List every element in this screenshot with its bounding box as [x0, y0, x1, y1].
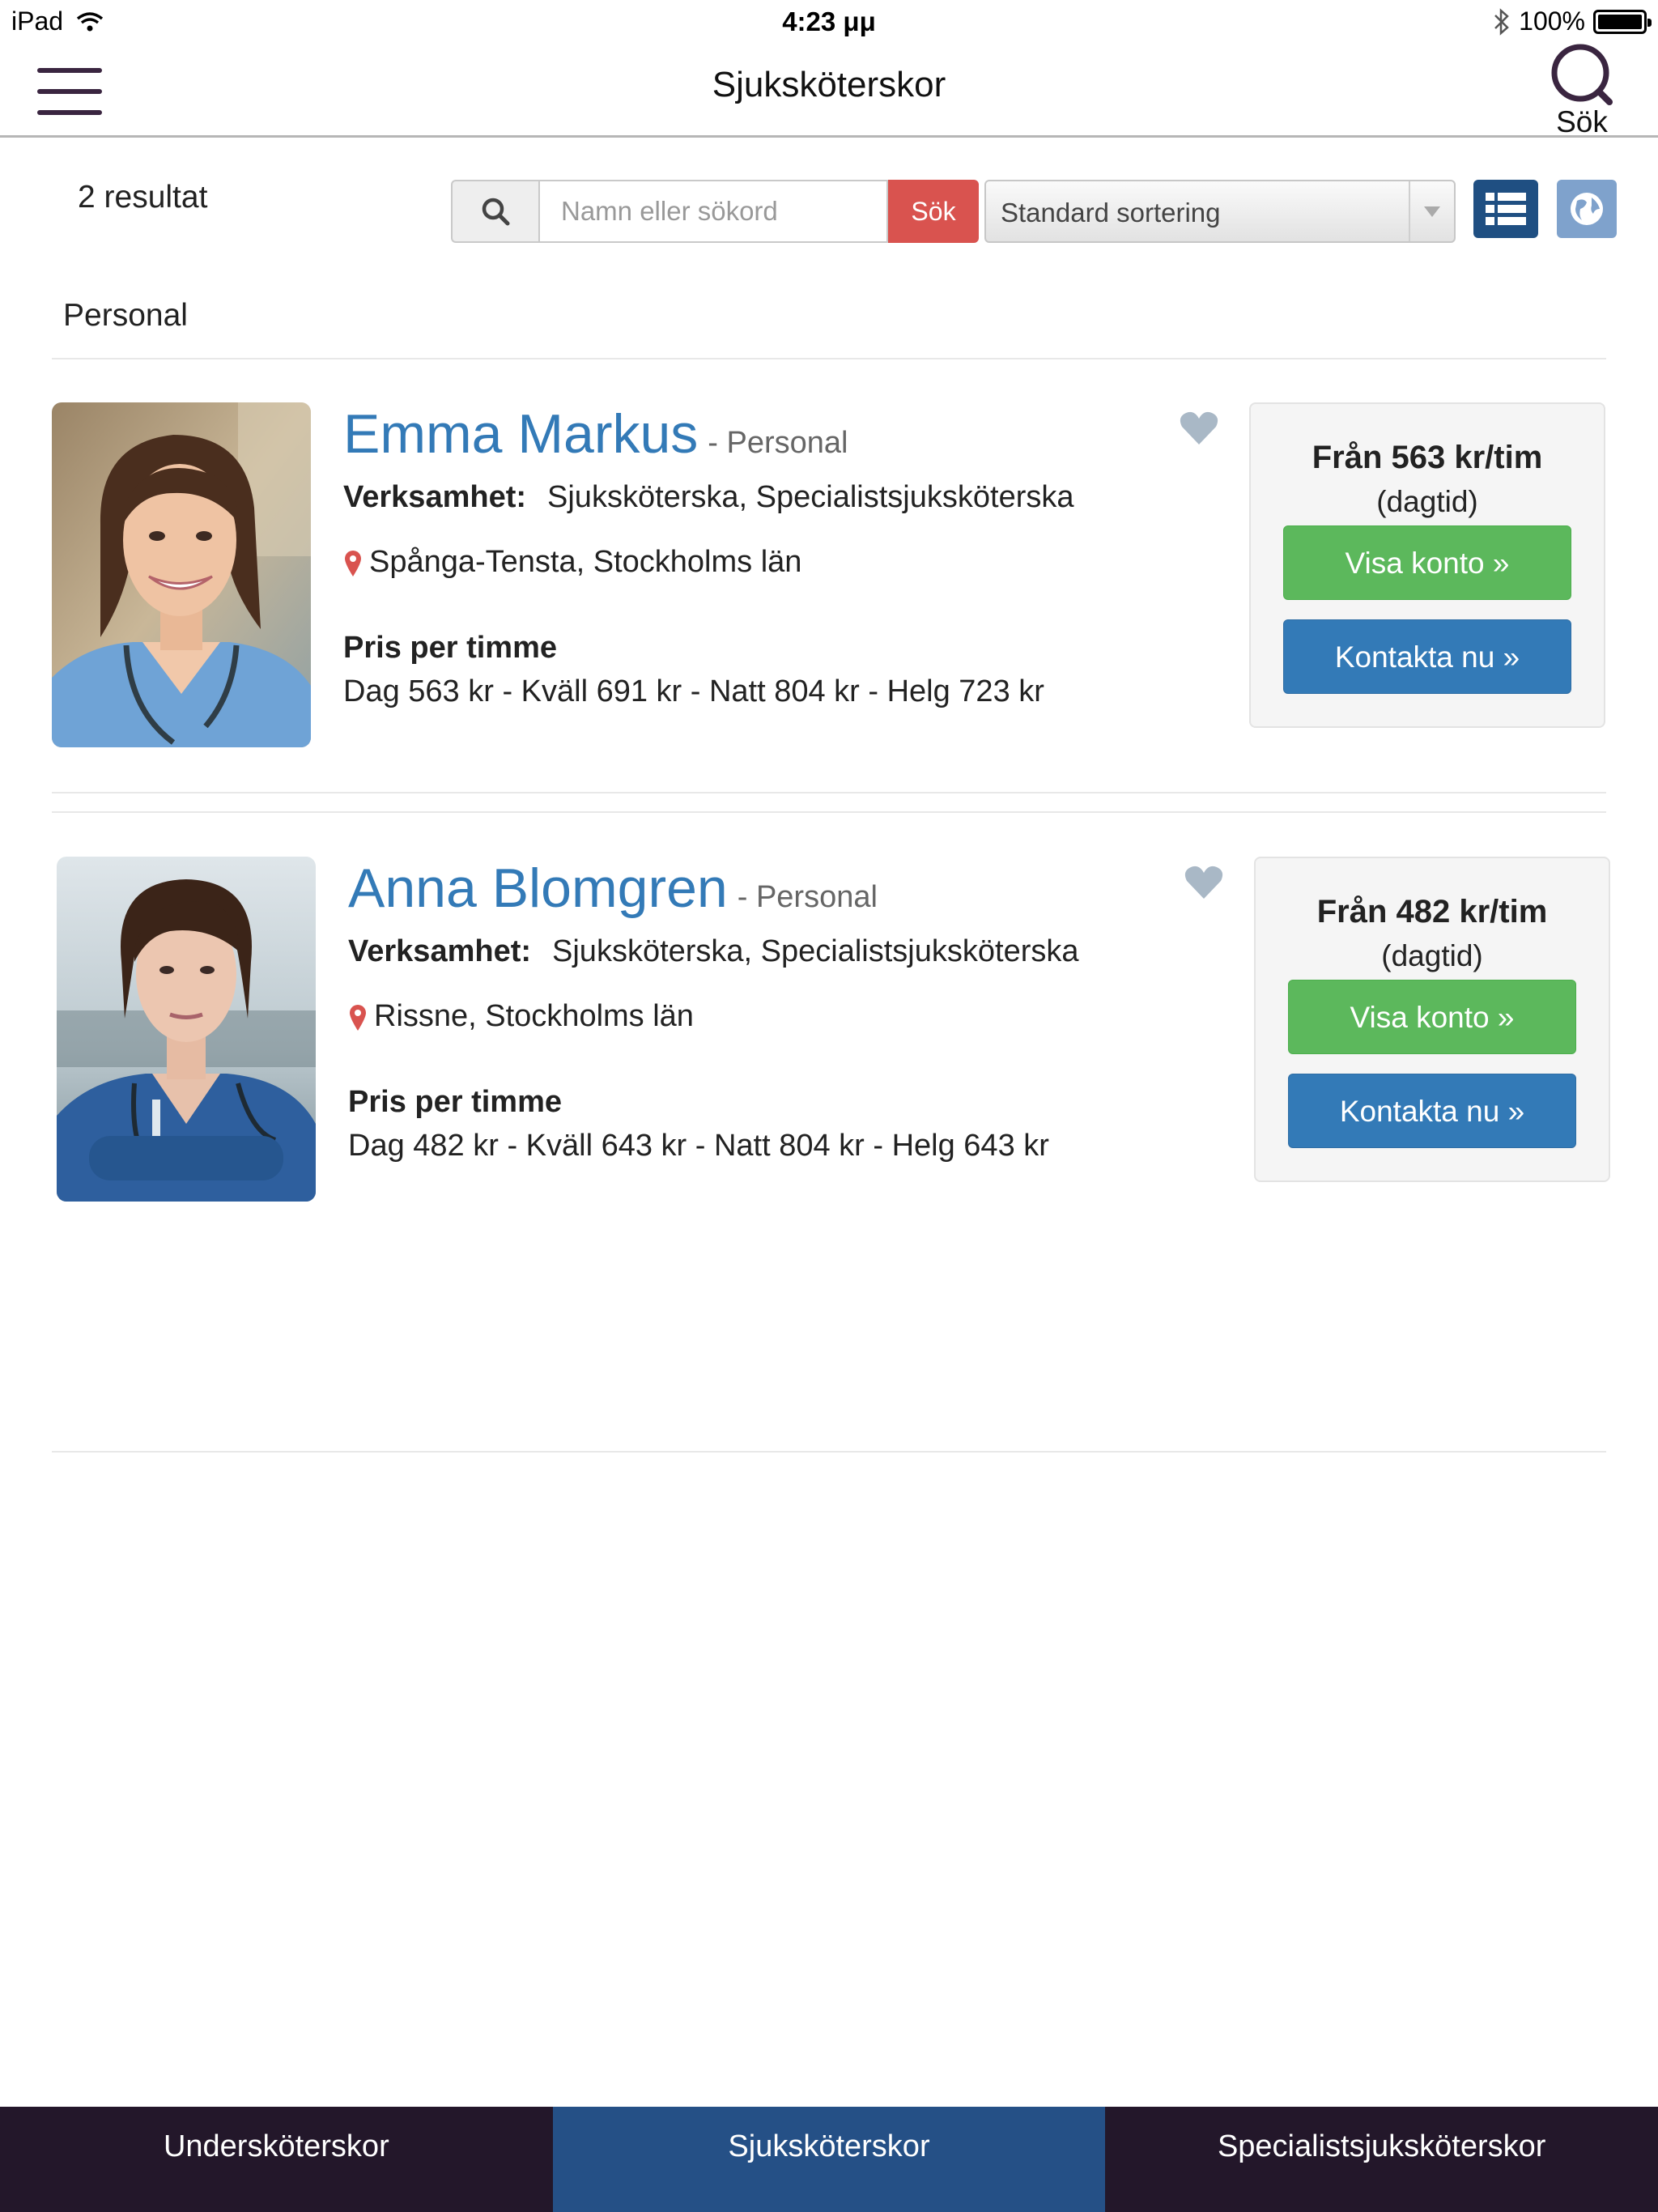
listing-name[interactable]: Emma Markus — [343, 403, 698, 465]
search-icon — [1551, 44, 1613, 105]
listing-verksamhet: Verksamhet: Sjuksköterska, Specialistsjuk… — [348, 934, 1079, 969]
app-header: Sjuksköterskor Sök — [0, 44, 1658, 138]
listing-location: Rissne, Stockholms län — [348, 999, 694, 1034]
search-button[interactable]: Sök — [888, 180, 979, 243]
listing-card: Anna Blomgren - Personal Verksamhet: Sjuks… — [0, 857, 1658, 1205]
from-price: Från 482 kr/tim — [1316, 894, 1548, 929]
sort-value: Standard sortering — [1001, 198, 1221, 228]
search-group: Sök — [451, 180, 979, 243]
price-list: Dag 482 kr - Kväll 643 kr - Natt 804 kr … — [348, 1129, 1049, 1163]
price-heading: Pris per timme — [348, 1085, 562, 1119]
price-heading: Pris per timme — [343, 631, 557, 665]
listing-name-line: Emma Markus - Personal — [343, 402, 848, 466]
sort-dropdown-arrow — [1409, 181, 1454, 241]
heart-icon[interactable] — [1179, 410, 1219, 446]
view-account-button[interactable]: Visa konto » — [1288, 980, 1576, 1054]
listing-name[interactable]: Anna Blomgren — [348, 857, 728, 919]
listing-type: - Personal — [708, 426, 848, 460]
battery-icon — [1593, 9, 1652, 34]
list-icon — [1486, 193, 1526, 225]
status-bar: iPad 4:23 μμ 100% — [0, 0, 1658, 44]
divider — [52, 811, 1606, 813]
bluetooth-icon — [1494, 7, 1509, 36]
from-price-note: (dagtid) — [1381, 939, 1483, 972]
battery-percent: 100% — [1519, 6, 1585, 36]
verksamhet-value: Sjuksköterska, Specialistsjuksköterska — [547, 480, 1074, 514]
results-count: 2 resultat — [78, 180, 208, 215]
tab-underskoterskor[interactable]: Undersköterskor — [0, 2107, 553, 2212]
divider — [52, 792, 1606, 793]
sort-select[interactable]: Standard sortering — [984, 180, 1456, 243]
price-box: Från 482 kr/tim (dagtid) Visa konto » Ko… — [1254, 857, 1610, 1182]
section-label: Personal — [63, 298, 188, 333]
verksamhet-label: Verksamhet: — [343, 480, 527, 514]
globe-icon — [1571, 193, 1603, 225]
listing-name-line: Anna Blomgren - Personal — [348, 857, 878, 920]
search-input[interactable] — [538, 180, 888, 243]
bottom-tab-bar: Undersköterskor Sjuksköterskor Specialis… — [0, 2107, 1658, 2212]
from-price-note: (dagtid) — [1376, 485, 1478, 518]
profile-photo[interactable] — [57, 857, 316, 1202]
price-box: Från 563 kr/tim (dagtid) Visa konto » Ko… — [1249, 402, 1605, 728]
map-view-button[interactable] — [1557, 180, 1617, 238]
divider — [52, 358, 1606, 359]
verksamhet-value: Sjuksköterska, Specialistsjuksköterska — [552, 934, 1079, 968]
search-icon — [482, 198, 510, 226]
heart-icon[interactable] — [1184, 865, 1224, 900]
chevron-down-icon — [1424, 206, 1440, 217]
list-view-button[interactable] — [1473, 180, 1538, 238]
listing-location: Spånga-Tensta, Stockholms län — [343, 545, 801, 580]
from-price: Från 563 kr/tim — [1312, 440, 1543, 475]
page-title: Sjuksköterskor — [712, 65, 946, 104]
divider — [52, 1451, 1606, 1453]
location-text: Spånga-Tensta, Stockholms län — [369, 545, 802, 579]
nurse-photo-image — [52, 402, 311, 747]
status-time: 4:23 μμ — [782, 6, 876, 36]
map-marker-icon — [345, 550, 361, 576]
contact-button[interactable]: Kontakta nu » — [1288, 1074, 1576, 1148]
verksamhet-label: Verksamhet: — [348, 934, 532, 968]
view-account-button[interactable]: Visa konto » — [1283, 525, 1571, 600]
nurse-photo-image — [57, 857, 316, 1202]
location-text: Rissne, Stockholms län — [374, 999, 694, 1033]
search-addon — [451, 180, 538, 243]
price-list: Dag 563 kr - Kväll 691 kr - Natt 804 kr … — [343, 674, 1044, 708]
profile-photo[interactable] — [52, 402, 311, 747]
tab-sjukskoterskor[interactable]: Sjuksköterskor — [552, 2107, 1106, 2212]
header-search-button[interactable]: Sök — [1541, 44, 1622, 138]
tab-specialistsjukskoterskor[interactable]: Specialistsjuksköterskor — [1105, 2107, 1658, 2212]
contact-button[interactable]: Kontakta nu » — [1283, 619, 1571, 694]
map-marker-icon — [350, 1004, 366, 1031]
listing-type: - Personal — [737, 880, 878, 914]
search-label: Sök — [1556, 105, 1608, 138]
listing-verksamhet: Verksamhet: Sjuksköterska, Specialistsjuk… — [343, 480, 1074, 515]
listing-card: Emma Markus - Personal Verksamhet: Sjukskö… — [0, 402, 1658, 751]
